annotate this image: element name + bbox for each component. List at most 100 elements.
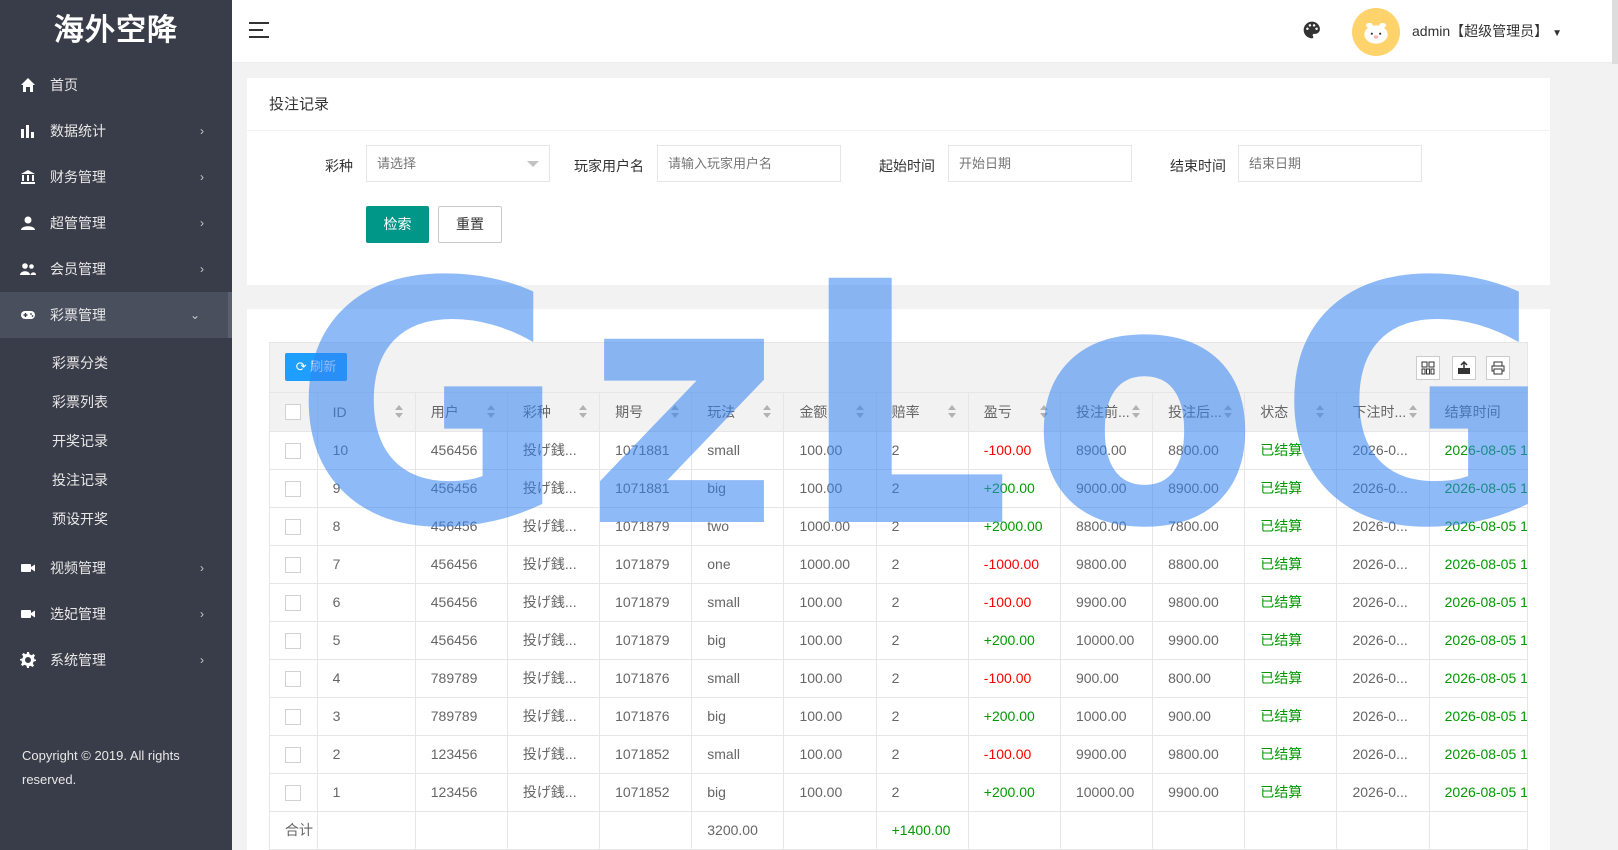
sort-icon[interactable] <box>579 405 588 419</box>
row-checkbox[interactable] <box>285 480 301 497</box>
sidebar-item-b2[interactable]: 系统管理 › <box>0 637 232 683</box>
table-cell: 1071879 <box>599 507 693 546</box>
table-cell: 2 <box>317 735 416 774</box>
sidebar-item-b1[interactable]: 选妃管理 › <box>0 591 232 637</box>
table-cell: 123456 <box>415 773 508 812</box>
table-cell: 8800.00 <box>1060 507 1154 546</box>
lottery-select[interactable]: 请选择 <box>366 145 550 182</box>
table-cell: one <box>691 545 785 584</box>
table-cell: +200.00 <box>968 697 1061 736</box>
row-checkbox[interactable] <box>285 594 301 611</box>
sidebar-item-a0[interactable]: 首页 <box>0 62 232 108</box>
row-checkbox[interactable] <box>285 556 301 573</box>
row-checkbox[interactable] <box>285 670 301 687</box>
table-cell: 1000.00 <box>783 545 877 584</box>
submenu-item-0[interactable]: 彩票分类 <box>0 344 232 383</box>
start-date-input[interactable]: 开始日期 <box>948 145 1132 182</box>
table-cell <box>317 811 416 850</box>
select-all-checkbox[interactable] <box>285 404 301 421</box>
sidebar-item-a1[interactable]: 数据统计 › <box>0 108 232 154</box>
sort-icon[interactable] <box>1224 405 1233 419</box>
table-cell: 1071879 <box>599 583 693 622</box>
table-cell: 456456 <box>415 431 508 470</box>
search-button[interactable]: 检索 <box>366 206 429 243</box>
submenu-item-1[interactable]: 彩票列表 <box>0 383 232 422</box>
theme-palette-icon[interactable] <box>1302 20 1322 40</box>
column-header[interactable]: 状态 <box>1244 393 1338 432</box>
column-header[interactable]: 结算时间 <box>1429 393 1527 432</box>
user-avatar[interactable] <box>1352 8 1400 56</box>
column-header[interactable]: ID <box>317 393 416 432</box>
export-icon[interactable] <box>1452 356 1476 380</box>
submenu-item-2[interactable]: 开奖记录 <box>0 422 232 461</box>
table-cell: 1071881 <box>599 431 693 470</box>
row-checkbox[interactable] <box>285 518 301 535</box>
column-header[interactable]: 盈亏 <box>968 393 1061 432</box>
row-checkbox[interactable] <box>285 708 301 725</box>
end-date-input[interactable]: 结束日期 <box>1238 145 1422 182</box>
submenu-item-3[interactable]: 投注记录 <box>0 461 232 500</box>
table-cell: +200.00 <box>968 621 1061 660</box>
sort-icon[interactable] <box>1039 405 1048 419</box>
table-container: ⟳ 刷新 ID 用户 彩种 期号 玩法 金额 赔率 盈亏 投注前... 投注后... 状态 下注时..… <box>269 342 1528 850</box>
column-header[interactable]: 金额 <box>783 393 877 432</box>
sort-icon[interactable] <box>763 405 772 419</box>
table-row: 9 456456 投げ銭... 1071881 big 100.00 2 +200.00 900… <box>270 469 1527 508</box>
column-header[interactable]: 投注后... <box>1152 393 1246 432</box>
table-cell: 3200.00 <box>691 811 785 850</box>
table-cell: 456456 <box>415 545 508 584</box>
table-cell: +1400.00 <box>876 811 969 850</box>
sidebar-item-a4[interactable]: 会员管理 › <box>0 246 232 292</box>
column-header[interactable]: 彩种 <box>507 393 601 432</box>
row-checkbox[interactable] <box>285 442 301 459</box>
row-checkbox[interactable] <box>285 632 301 649</box>
user-menu[interactable]: admin【超级管理员】 ▼ <box>1412 21 1562 41</box>
sort-icon[interactable] <box>394 405 403 419</box>
row-checkbox[interactable] <box>285 784 301 801</box>
table-row: 4 789789 投げ銭... 1071876 small 100.00 2 -100.00 9… <box>270 659 1527 698</box>
sort-icon[interactable] <box>947 405 956 419</box>
column-header[interactable]: 玩法 <box>691 393 785 432</box>
table-cell: 1071879 <box>599 545 693 584</box>
sidebar-item-a5[interactable]: 彩票管理 ⌄ <box>0 292 232 338</box>
table-cell: 已结算 <box>1244 583 1338 622</box>
row-select-cell <box>270 621 318 660</box>
sort-icon[interactable] <box>1316 405 1325 419</box>
column-header[interactable]: 下注时... <box>1336 393 1430 432</box>
sort-icon[interactable] <box>855 405 864 419</box>
sort-icon[interactable] <box>1132 405 1141 419</box>
table-cell: 100.00 <box>783 773 877 812</box>
table-cell <box>1336 811 1430 850</box>
sort-icon[interactable] <box>1408 405 1417 419</box>
chevron-icon: ⌄ <box>189 308 200 322</box>
sidebar-item-b0[interactable]: 视频管理 › <box>0 545 232 591</box>
sort-icon[interactable] <box>671 405 680 419</box>
table-cell <box>599 811 693 850</box>
sidebar-item-label: 彩票管理 <box>50 307 106 323</box>
sidebar-item-a3[interactable]: 超管管理 › <box>0 200 232 246</box>
submenu-item-4[interactable]: 预设开奖 <box>0 500 232 539</box>
gear-icon <box>20 652 36 668</box>
column-header[interactable]: 用户 <box>415 393 508 432</box>
chevron-icon: › <box>200 653 204 667</box>
column-header[interactable]: 期号 <box>599 393 693 432</box>
sidebar-item-a2[interactable]: 财务管理 › <box>0 154 232 200</box>
table-cell <box>783 811 877 850</box>
table-cell: 2026-0... <box>1336 545 1430 584</box>
top-header: admin【超级管理员】 ▼ <box>232 0 1618 64</box>
row-select-cell <box>270 583 318 622</box>
column-header[interactable]: 赔率 <box>876 393 969 432</box>
row-checkbox[interactable] <box>285 746 301 763</box>
menu-toggle-icon[interactable] <box>249 22 269 38</box>
print-icon[interactable] <box>1486 356 1510 380</box>
column-header[interactable]: 投注前... <box>1060 393 1154 432</box>
table-cell: 2026-08-05 13 <box>1429 545 1527 584</box>
sort-icon[interactable] <box>486 405 495 419</box>
reset-button[interactable]: 重置 <box>438 206 502 243</box>
player-username-input[interactable]: 请输入玩家用户名 <box>657 145 841 182</box>
page-scrollbar[interactable] <box>1612 0 1618 64</box>
columns-filter-icon[interactable] <box>1416 356 1440 380</box>
refresh-button[interactable]: ⟳ 刷新 <box>285 353 347 381</box>
lottery-submenu: 彩票分类 彩票列表 开奖记录 投注记录 预设开奖 <box>0 338 232 545</box>
column-header-label: 赔率 <box>891 403 920 420</box>
